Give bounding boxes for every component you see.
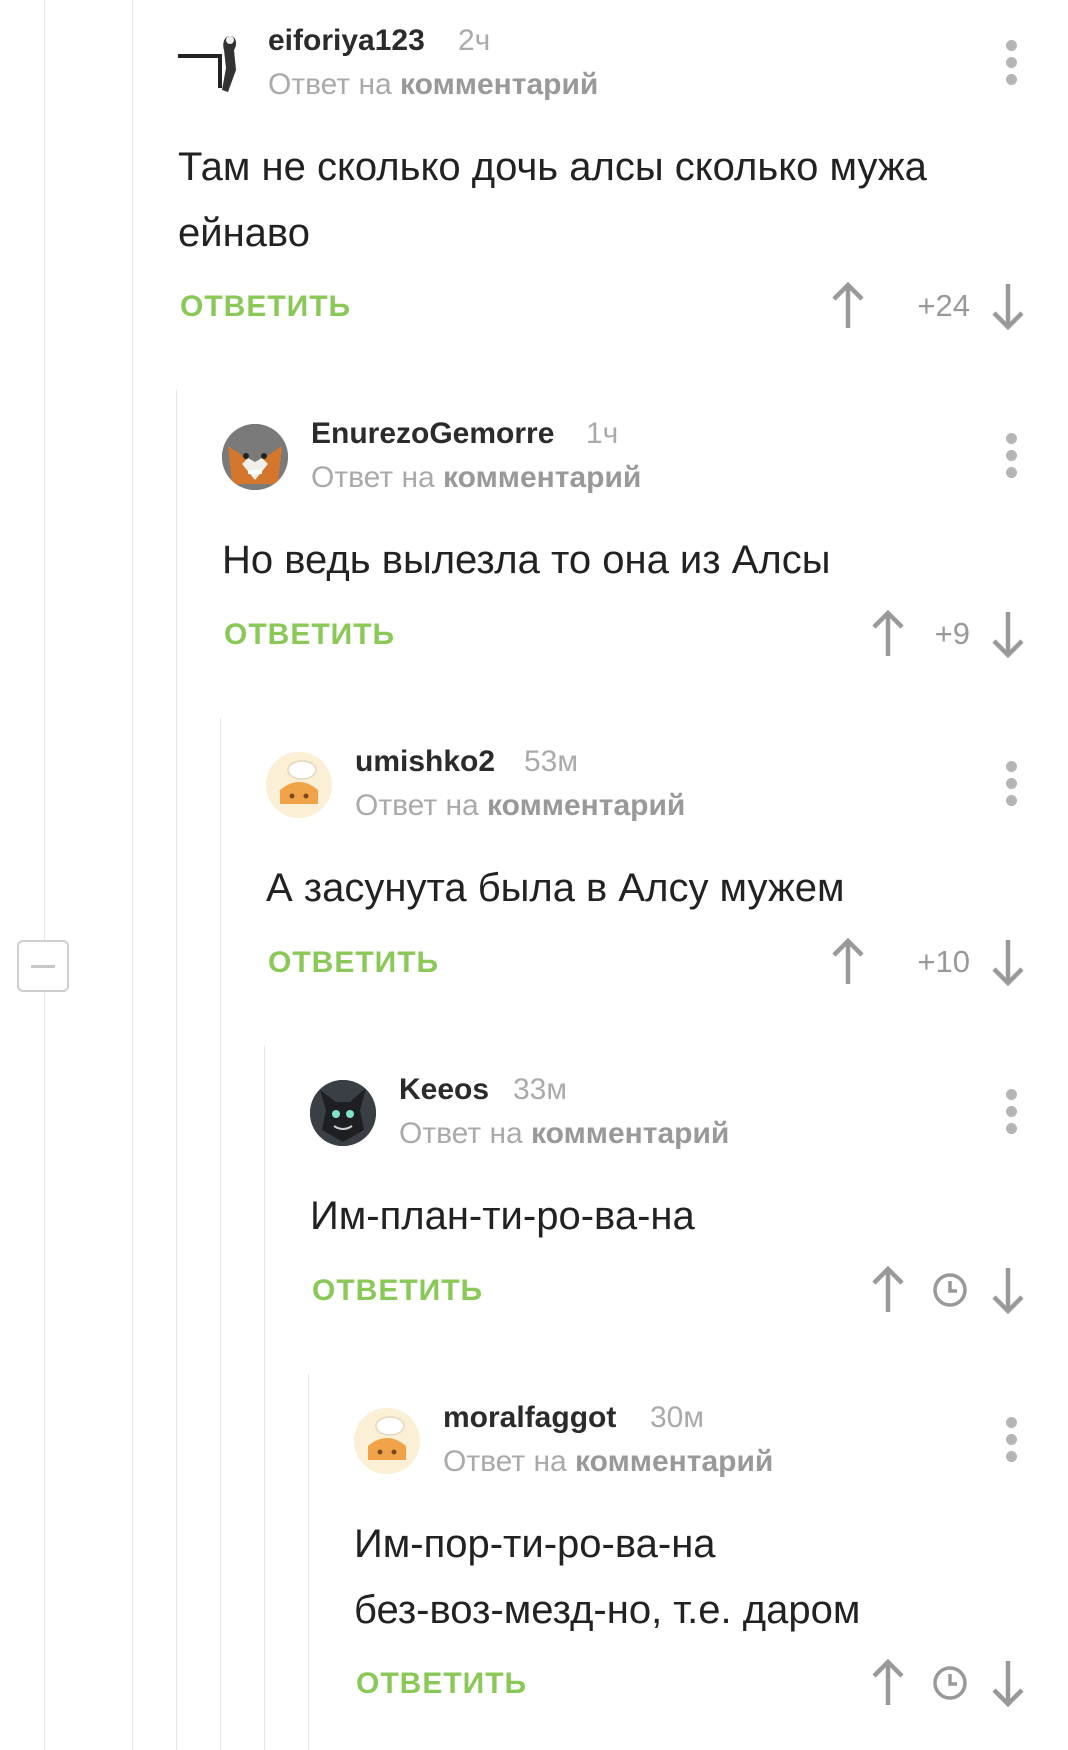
fox-avatar-icon[interactable] (222, 424, 288, 490)
reply-to-prefix: Ответ на (355, 789, 479, 822)
chef-avatar-icon[interactable] (266, 752, 332, 818)
reply-to-prefix: Ответ на (311, 461, 435, 494)
username[interactable]: moralfaggot (443, 1401, 616, 1435)
upvote-arrow-icon[interactable] (828, 938, 868, 986)
reply-to-link[interactable]: комментарий (443, 461, 641, 494)
clock-icon (932, 1272, 968, 1308)
reply-to-prefix: Ответ на (443, 1445, 567, 1478)
more-options-icon[interactable] (1006, 761, 1018, 807)
comment-text: Но ведь вылезла то она из Алсы (222, 538, 831, 582)
reply-to-label: Ответ на комментарий (311, 461, 641, 495)
username[interactable]: Keeos (399, 1073, 489, 1107)
downvote-arrow-icon[interactable] (988, 938, 1028, 986)
comment-time: 2ч (458, 24, 491, 57)
more-options-icon[interactable] (1006, 1417, 1018, 1463)
rating-score: +9 (934, 616, 970, 651)
comment-time: 1ч (586, 417, 619, 450)
username[interactable]: umishko2 (355, 745, 495, 779)
reply-to-label: Ответ на комментарий (443, 1445, 773, 1479)
vote-controls (868, 1659, 1028, 1707)
chef-avatar-icon[interactable] (354, 1408, 420, 1474)
reply-button[interactable]: ОТВЕТИТЬ (224, 618, 395, 652)
upvote-arrow-icon[interactable] (868, 610, 908, 658)
more-options-icon[interactable] (1006, 1089, 1018, 1135)
upvote-arrow-icon[interactable] (868, 1266, 908, 1314)
vote-controls: +24 (828, 282, 1028, 330)
username[interactable]: eiforiya123 (268, 24, 425, 58)
vote-controls: +10 (828, 938, 1028, 986)
collapse-thread-button[interactable] (17, 940, 69, 992)
comment-text: Там не сколько дочь алсы сколько мужа ей… (178, 145, 927, 255)
reply-to-label: Ответ на комментарий (399, 1117, 729, 1151)
reply-to-link[interactable]: комментарий (575, 1445, 773, 1478)
thread-line (264, 1046, 265, 1750)
reply-to-label: Ответ на комментарий (355, 789, 685, 823)
reply-to-link[interactable]: комментарий (531, 1117, 729, 1150)
thread-line (44, 0, 45, 1750)
thread-line (176, 390, 177, 1750)
thread-line (308, 1374, 309, 1750)
upvote-arrow-icon[interactable] (828, 282, 868, 330)
thread-line (220, 718, 221, 1750)
reply-button[interactable]: ОТВЕТИТЬ (356, 1667, 527, 1701)
comment-text: Им-пор-ти-ро-ва-на без-воз-мезд-но, т.е.… (354, 1522, 861, 1632)
comment-text: Им-план-ти-ро-ва-на (310, 1194, 695, 1238)
reply-to-link[interactable]: комментарий (400, 68, 598, 101)
downvote-arrow-icon[interactable] (988, 610, 1028, 658)
clock-icon (932, 1665, 968, 1701)
reply-button[interactable]: ОТВЕТИТЬ (180, 290, 351, 324)
downvote-arrow-icon[interactable] (988, 1266, 1028, 1314)
reply-button[interactable]: ОТВЕТИТЬ (312, 1274, 483, 1308)
comment-time: 33м (513, 1073, 567, 1106)
figure-avatar-icon[interactable] (178, 30, 244, 96)
downvote-arrow-icon[interactable] (988, 282, 1028, 330)
rating-score: +10 (917, 944, 970, 979)
more-options-icon[interactable] (1006, 433, 1018, 479)
reply-to-link[interactable]: комментарий (487, 789, 685, 822)
more-options-icon[interactable] (1006, 40, 1018, 86)
reply-to-label: Ответ на комментарий (268, 68, 598, 102)
reply-to-prefix: Ответ на (399, 1117, 523, 1150)
reply-to-prefix: Ответ на (268, 68, 392, 101)
rating-score: +24 (917, 288, 970, 323)
vote-controls (868, 1266, 1028, 1314)
thread-line (132, 0, 133, 1750)
username[interactable]: EnurezoGemorre (311, 417, 554, 451)
comment-text: А засунута была в Алсу мужем (266, 866, 845, 910)
reply-button[interactable]: ОТВЕТИТЬ (268, 946, 439, 980)
vote-controls: +9 (868, 610, 1028, 658)
comment-time: 53м (524, 745, 578, 778)
downvote-arrow-icon[interactable] (988, 1659, 1028, 1707)
upvote-arrow-icon[interactable] (868, 1659, 908, 1707)
dark-creature-avatar-icon[interactable] (310, 1080, 376, 1146)
comment-time: 30м (650, 1401, 704, 1434)
